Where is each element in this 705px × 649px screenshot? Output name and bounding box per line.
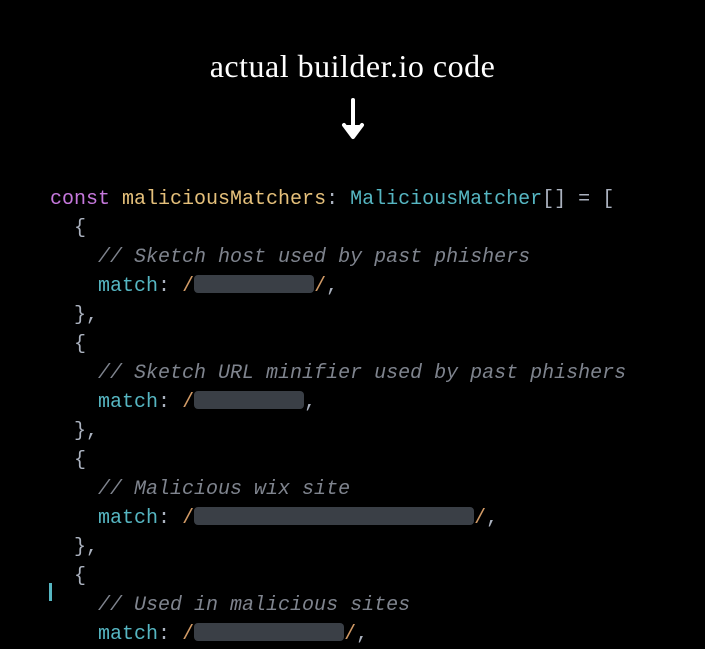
- keyword-const: const: [50, 188, 110, 211]
- code-line: // Used in malicious sites: [50, 591, 626, 620]
- open-array: [: [602, 188, 614, 211]
- code-line: // Malicious wix site: [50, 475, 626, 504]
- code-line: match: //,: [50, 272, 626, 301]
- code-line-decl: const maliciousMatchers: MaliciousMatche…: [50, 185, 626, 214]
- code-line: {: [50, 214, 626, 243]
- open-brace: {: [74, 449, 86, 472]
- code-line: {: [50, 562, 626, 591]
- type-name: MaliciousMatcher: [350, 188, 542, 211]
- comment: // Used in malicious sites: [98, 594, 410, 617]
- code-line: // Sketch host used by past phishers: [50, 243, 626, 272]
- comment: // Malicious wix site: [98, 478, 350, 501]
- code-line: },: [50, 533, 626, 562]
- annotation-text: actual builder.io code: [0, 48, 705, 85]
- prop-match: match: [98, 391, 158, 414]
- open-brace: {: [74, 565, 86, 588]
- regex-slash: /: [314, 275, 326, 298]
- code-line: },: [50, 301, 626, 330]
- redacted-content: [194, 275, 314, 293]
- close-brace: },: [74, 420, 98, 443]
- redacted-content: [194, 623, 344, 641]
- redacted-content: [194, 391, 304, 409]
- open-brace: {: [74, 217, 86, 240]
- close-brace: },: [74, 304, 98, 327]
- prop-match: match: [98, 275, 158, 298]
- variable-name: maliciousMatchers: [122, 188, 326, 211]
- redacted-content: [194, 507, 474, 525]
- code-line: // Sketch URL minifier used by past phis…: [50, 359, 626, 388]
- code-block: const maliciousMatchers: MaliciousMatche…: [50, 185, 626, 649]
- code-line: {: [50, 330, 626, 359]
- code-line: {: [50, 446, 626, 475]
- regex-slash: /: [182, 507, 194, 530]
- prop-match: match: [98, 507, 158, 530]
- text-cursor: [49, 583, 52, 601]
- close-brace: },: [74, 536, 98, 559]
- annotation-area: actual builder.io code: [0, 48, 705, 141]
- equals: =: [578, 188, 590, 211]
- regex-slash: /: [182, 623, 194, 646]
- type-brackets: []: [542, 188, 566, 211]
- open-brace: {: [74, 333, 86, 356]
- code-line: match: /,: [50, 388, 626, 417]
- regex-slash: /: [344, 623, 356, 646]
- code-line: match: //,: [50, 504, 626, 533]
- regex-slash: /: [182, 391, 194, 414]
- comment: // Sketch host used by past phishers: [98, 246, 530, 269]
- prop-match: match: [98, 623, 158, 646]
- code-line: match: //,: [50, 620, 626, 649]
- down-arrow-icon: [0, 97, 705, 141]
- code-line: },: [50, 417, 626, 446]
- regex-slash: /: [474, 507, 486, 530]
- colon: :: [326, 188, 338, 211]
- comment: // Sketch URL minifier used by past phis…: [98, 362, 626, 385]
- regex-slash: /: [182, 275, 194, 298]
